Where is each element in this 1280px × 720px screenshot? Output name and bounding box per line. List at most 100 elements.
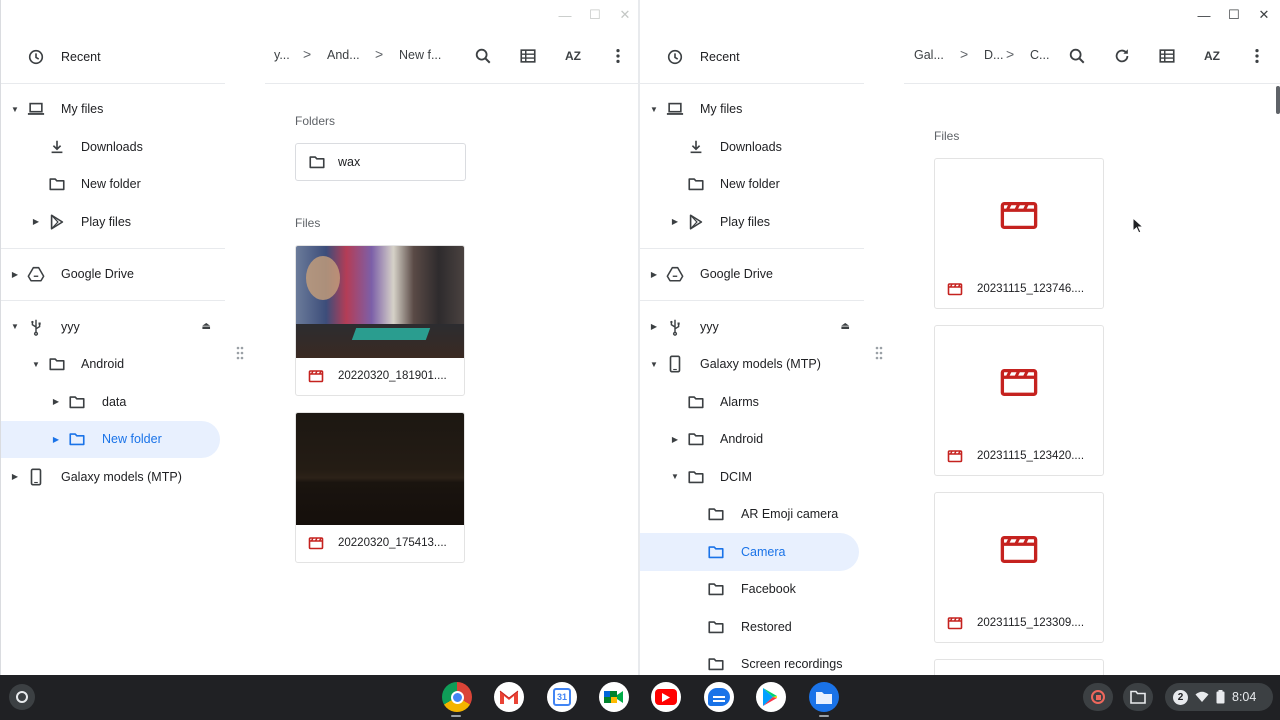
file-tile[interactable]: 20220320_175413....	[295, 412, 465, 563]
launcher-button[interactable]	[9, 684, 35, 710]
expand-down-icon[interactable]: ▼	[10, 322, 20, 331]
divider	[1, 300, 225, 301]
sidebar-item-downloads[interactable]: Downloads	[1, 128, 225, 166]
gmail-icon[interactable]	[494, 682, 524, 712]
sort-button[interactable]: AZ	[1199, 43, 1225, 69]
minimize-icon[interactable]: —	[554, 6, 576, 24]
holding-space-button[interactable]	[1123, 683, 1153, 711]
sidebar-item-label: Galaxy models (MTP)	[61, 469, 182, 484]
scrollbar-thumb[interactable]	[1276, 86, 1280, 114]
mouse-cursor-icon	[1132, 217, 1144, 234]
file-tile[interactable]: 20231115_123309....	[934, 492, 1104, 643]
expand-down-icon[interactable]: ▼	[670, 472, 680, 481]
close-icon[interactable]: ✕	[1253, 6, 1275, 24]
sidebar-item-facebook[interactable]: Facebook	[640, 571, 864, 609]
sidebar-item-yyy[interactable]: ▼ yyy ⏏	[1, 308, 225, 346]
sidebar-item-restored[interactable]: Restored	[640, 608, 864, 646]
sidebar-item-screen-recordings[interactable]: Screen recordings	[640, 646, 864, 676]
sidebar-item-dcim[interactable]: ▼ DCIM	[640, 458, 864, 496]
expand-right-icon[interactable]: ▶	[649, 322, 659, 331]
breadcrumb-item[interactable]: D...	[984, 48, 1003, 62]
refresh-button[interactable]	[1109, 43, 1135, 69]
breadcrumb-item[interactable]: Gal...	[914, 48, 944, 62]
sidebar-item-new-folder-selected[interactable]: ▶ New folder	[1, 420, 220, 458]
expand-right-icon[interactable]: ▶	[31, 217, 41, 226]
sidebar-item-alarms[interactable]: Alarms	[640, 383, 864, 421]
messages-icon[interactable]	[704, 682, 734, 712]
sidebar-item-google-drive[interactable]: ▶ Google Drive	[640, 256, 864, 294]
search-button[interactable]	[470, 43, 496, 69]
more-options-button[interactable]	[1244, 43, 1270, 69]
expand-right-icon[interactable]: ▶	[670, 435, 680, 444]
phone-icon	[666, 355, 684, 373]
sidebar-item-data[interactable]: ▶ data	[1, 383, 225, 421]
maximize-icon[interactable]: ☐	[1223, 6, 1245, 24]
expand-right-icon[interactable]: ▶	[10, 472, 20, 481]
folder-tile-wax[interactable]: wax	[295, 143, 466, 181]
eject-icon[interactable]: ⏏	[202, 321, 211, 332]
sidebar-item-new-folder[interactable]: New folder	[640, 166, 864, 204]
usb-icon	[666, 318, 684, 336]
file-caption: 20231115_123746....	[935, 270, 1103, 308]
sort-button[interactable]: AZ	[560, 43, 586, 69]
expand-right-icon[interactable]: ▶	[649, 270, 659, 279]
more-options-button[interactable]	[605, 43, 631, 69]
expand-right-icon[interactable]: ▶	[670, 217, 680, 226]
sidebar-item-downloads[interactable]: Downloads	[640, 128, 864, 166]
sidebar-item-yyy[interactable]: ▶ yyy ⏏	[640, 308, 864, 346]
resize-handle[interactable]	[875, 346, 883, 360]
expand-right-icon[interactable]: ▶	[51, 435, 61, 444]
sidebar-item-camera[interactable]: Camera	[640, 533, 859, 571]
minimize-icon[interactable]: —	[1193, 6, 1215, 24]
eject-icon[interactable]: ⏏	[841, 321, 850, 332]
play-files-icon	[687, 213, 705, 231]
sidebar-item-android[interactable]: ▶ Android	[640, 421, 864, 459]
file-tile[interactable]	[934, 659, 1104, 675]
calendar-icon[interactable]: 31	[547, 682, 577, 712]
folder-icon	[687, 393, 705, 411]
sidebar-item-label: DCIM	[720, 469, 752, 484]
breadcrumb-item[interactable]: y...	[274, 48, 290, 62]
view-toggle-button[interactable]	[1154, 43, 1180, 69]
sidebar-item-new-folder[interactable]: New folder	[1, 166, 225, 204]
search-button[interactable]	[1064, 43, 1090, 69]
video-file-icon	[1000, 199, 1038, 231]
expand-down-icon[interactable]: ▼	[31, 360, 41, 369]
resize-handle[interactable]	[236, 346, 244, 360]
chevron-right-icon: >	[960, 46, 969, 62]
sidebar-item-recent[interactable]: Recent	[640, 38, 864, 76]
file-tile[interactable]: 20231115_123746....	[934, 158, 1104, 309]
expand-right-icon[interactable]: ▶	[51, 397, 61, 406]
sidebar-item-google-drive[interactable]: ▶ Google Drive	[1, 256, 225, 294]
expand-right-icon[interactable]: ▶	[10, 270, 20, 279]
breadcrumb-item[interactable]: And...	[327, 48, 360, 62]
file-tile[interactable]: 20231115_123420....	[934, 325, 1104, 476]
battery-icon	[1216, 690, 1225, 704]
sidebar-item-ar-emoji-camera[interactable]: AR Emoji camera	[640, 496, 864, 534]
meet-icon[interactable]	[599, 682, 629, 712]
screen-record-stop-button[interactable]	[1083, 683, 1113, 711]
view-toggle-button[interactable]	[515, 43, 541, 69]
sidebar-item-galaxy-models[interactable]: ▼ Galaxy models (MTP)	[640, 346, 864, 384]
sidebar-item-recent[interactable]: Recent	[1, 38, 225, 76]
expand-down-icon[interactable]: ▼	[649, 105, 659, 114]
sidebar-item-play-files[interactable]: ▶ Play files	[1, 203, 225, 241]
breadcrumb-item[interactable]: New f...	[399, 48, 441, 62]
breadcrumb-item[interactable]: C...	[1030, 48, 1049, 62]
sidebar-item-my-files[interactable]: ▼ My files	[1, 91, 225, 129]
close-icon[interactable]: ✕	[614, 6, 636, 24]
files-icon[interactable]	[809, 682, 839, 712]
play-store-icon[interactable]	[756, 682, 786, 712]
sidebar-item-android[interactable]: ▼ Android	[1, 346, 225, 384]
sidebar-item-play-files[interactable]: ▶ Play files	[640, 203, 864, 241]
youtube-icon[interactable]	[651, 682, 681, 712]
sidebar-item-my-files[interactable]: ▼ My files	[640, 91, 864, 129]
sidebar-item-label: Galaxy models (MTP)	[700, 357, 821, 372]
file-tile[interactable]: 20220320_181901....	[295, 245, 465, 396]
sidebar-item-galaxy-models[interactable]: ▶ Galaxy models (MTP)	[1, 458, 225, 496]
chrome-icon[interactable]	[442, 682, 472, 712]
status-area[interactable]: 2 8:04	[1165, 683, 1273, 711]
expand-down-icon[interactable]: ▼	[10, 105, 20, 114]
maximize-icon[interactable]: ☐	[584, 6, 606, 24]
expand-down-icon[interactable]: ▼	[649, 360, 659, 369]
